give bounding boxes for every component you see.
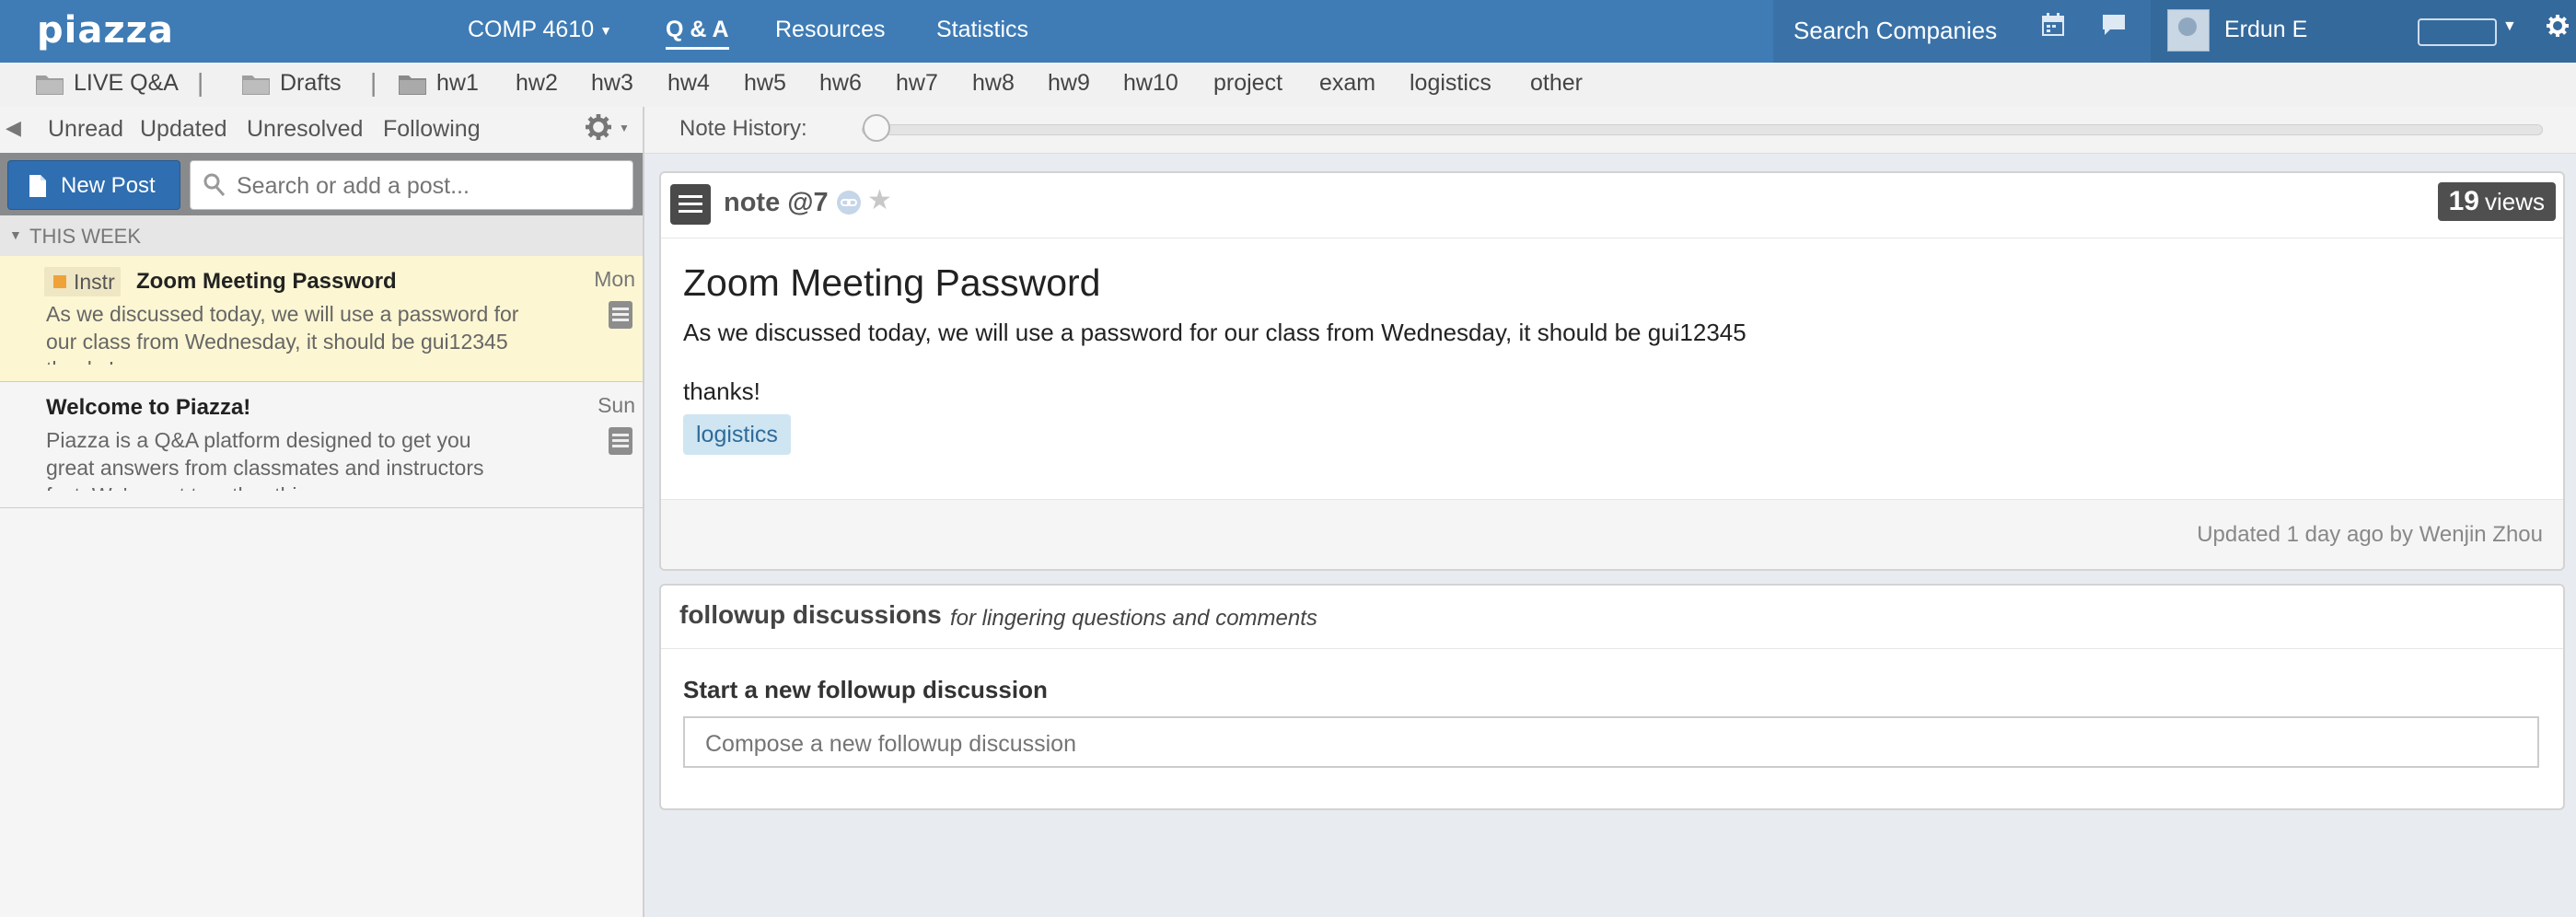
nav-right-area: Search Companies Erdun E ▼	[1773, 0, 2576, 63]
post-item-zoom-password[interactable]: Instr Zoom Meeting Password Mon As we di…	[0, 256, 643, 382]
filter-following[interactable]: Following	[383, 116, 481, 143]
views-count: 19	[2448, 186, 2479, 216]
note-footer: Updated 1 day ago by Wenjin Zhou	[661, 499, 2563, 569]
post-list-panel: ◀ Unread Updated Unresolved Following ▼ …	[0, 107, 644, 917]
search-companies-link[interactable]: Search Companies	[1793, 17, 1997, 45]
post-date: Mon	[594, 267, 635, 291]
search-input[interactable]	[235, 168, 625, 203]
folder-bar: LIVE Q&A | Drafts | hw1 hw2 hw3 hw4 hw5 …	[0, 63, 2576, 108]
note-title: Zoom Meeting Password	[683, 261, 1101, 304]
tag-logistics[interactable]: logistics	[683, 414, 791, 455]
post-search-box[interactable]	[190, 160, 633, 210]
note-actions-menu-icon[interactable]	[670, 184, 711, 225]
note-history-slider-track[interactable]	[862, 124, 2543, 135]
filter-unread[interactable]: Unread	[48, 116, 123, 143]
user-menu[interactable]: Erdun E ▼	[2151, 0, 2576, 63]
followup-subtitle: for lingering questions and comments	[950, 606, 1317, 631]
folder-other[interactable]: other	[1530, 70, 1583, 97]
search-icon	[203, 173, 226, 196]
folder-exam[interactable]: exam	[1319, 70, 1375, 97]
post-snippet: As we discussed today, we will use a pas…	[46, 302, 519, 365]
note-history-bar: Note History:	[644, 107, 2576, 154]
post-title: Zoom Meeting Password	[136, 269, 397, 294]
note-card: note @7 ★ 19 views Zoom Meeting Password …	[659, 171, 2565, 571]
updated-info: Updated 1 day ago by Wenjin Zhou	[2197, 522, 2543, 547]
nav-statistics[interactable]: Statistics	[936, 17, 1028, 43]
folder-hw10[interactable]: hw10	[1123, 70, 1178, 97]
folder-logistics[interactable]: logistics	[1410, 70, 1491, 97]
caret-down-icon: ▼	[599, 23, 612, 39]
note-header: note @7 ★ 19 views	[661, 173, 2563, 238]
note-body-thanks: thanks!	[683, 377, 760, 405]
chat-icon[interactable]	[2101, 13, 2127, 43]
folder-hw3[interactable]: hw3	[591, 70, 633, 97]
folder-label: LIVE Q&A	[74, 70, 179, 96]
folder-hw8[interactable]: hw8	[972, 70, 1015, 97]
filter-settings-gear-icon[interactable]	[586, 114, 611, 146]
top-nav: piazza COMP 4610 ▼ Q & A Resources Statis…	[0, 0, 2576, 63]
filter-updated[interactable]: Updated	[140, 116, 227, 143]
folder-hw6[interactable]: hw6	[819, 70, 862, 97]
new-post-button[interactable]: New Post	[7, 160, 180, 210]
note-icon	[609, 427, 632, 455]
followup-header: followup discussions for lingering quest…	[661, 586, 2563, 649]
followup-card: followup discussions for lingering quest…	[659, 584, 2565, 810]
star-icon[interactable]: ★	[867, 184, 892, 216]
folder-label: hw1	[436, 70, 479, 96]
filter-unresolved[interactable]: Unresolved	[247, 116, 363, 143]
course-label: COMP 4610	[468, 17, 595, 42]
class-switch-toggle[interactable]	[2418, 18, 2497, 46]
new-post-label: New Post	[61, 173, 156, 198]
avatar	[2167, 9, 2210, 52]
start-followup-label: Start a new followup discussion	[683, 676, 1048, 703]
folder-drafts[interactable]: Drafts	[241, 70, 342, 97]
folder-icon	[399, 75, 426, 96]
note-body: As we discussed today, we will use a pas…	[683, 319, 1746, 346]
folder-label: Drafts	[280, 70, 342, 96]
piazza-logo[interactable]: piazza	[37, 9, 174, 52]
calendar-icon[interactable]	[2042, 13, 2064, 43]
caret-down-icon[interactable]: ▼	[619, 122, 630, 134]
compose-followup-box[interactable]	[683, 716, 2539, 768]
folder-hw9[interactable]: hw9	[1048, 70, 1090, 97]
week-section-header[interactable]: ▼ THIS WEEK	[0, 215, 643, 257]
caret-down-icon: ▼	[9, 227, 22, 242]
folder-divider: |	[370, 68, 377, 97]
settings-gear-icon[interactable]	[2547, 15, 2569, 43]
followup-title: followup discussions	[679, 600, 942, 629]
folder-hw2[interactable]: hw2	[516, 70, 558, 97]
post-item-welcome[interactable]: Welcome to Piazza! Sun Piazza is a Q&A p…	[0, 382, 643, 508]
user-name: Erdun E	[2224, 17, 2308, 42]
views-badge: 19 views	[2437, 182, 2556, 221]
link-icon[interactable]	[836, 190, 862, 215]
document-icon	[29, 175, 46, 197]
folder-divider: |	[197, 68, 204, 97]
course-dropdown[interactable]: COMP 4610 ▼	[468, 17, 612, 43]
nav-resources[interactable]: Resources	[775, 17, 886, 43]
nav-qa[interactable]: Q & A	[666, 17, 729, 50]
folder-hw1[interactable]: hw1	[398, 70, 479, 97]
compose-followup-input[interactable]	[703, 727, 2512, 760]
note-icon	[609, 301, 632, 329]
note-history-slider-handle[interactable]	[863, 114, 890, 142]
folder-hw4[interactable]: hw4	[667, 70, 710, 97]
caret-down-icon[interactable]: ▼	[2502, 18, 2517, 35]
folder-icon	[242, 75, 270, 96]
views-label: views	[2484, 188, 2545, 215]
folder-hw7[interactable]: hw7	[896, 70, 938, 97]
folder-icon	[36, 75, 64, 96]
filter-bar: ◀ Unread Updated Unresolved Following ▼	[0, 107, 643, 154]
post-title: Welcome to Piazza!	[46, 395, 251, 420]
folder-project[interactable]: project	[1213, 70, 1282, 97]
collapse-arrow-icon[interactable]: ◀	[6, 116, 21, 140]
note-history-label: Note History:	[679, 116, 807, 141]
week-label: THIS WEEK	[29, 225, 142, 248]
search-row: New Post	[0, 153, 643, 215]
note-id: note @7	[724, 188, 829, 217]
folder-hw5[interactable]: hw5	[744, 70, 786, 97]
post-snippet: Piazza is a Q&A platform designed to get…	[46, 428, 484, 491]
instructor-badge: Instr	[44, 267, 121, 296]
folder-live-qa[interactable]: LIVE Q&A	[35, 70, 179, 97]
post-date: Sun	[598, 393, 635, 417]
